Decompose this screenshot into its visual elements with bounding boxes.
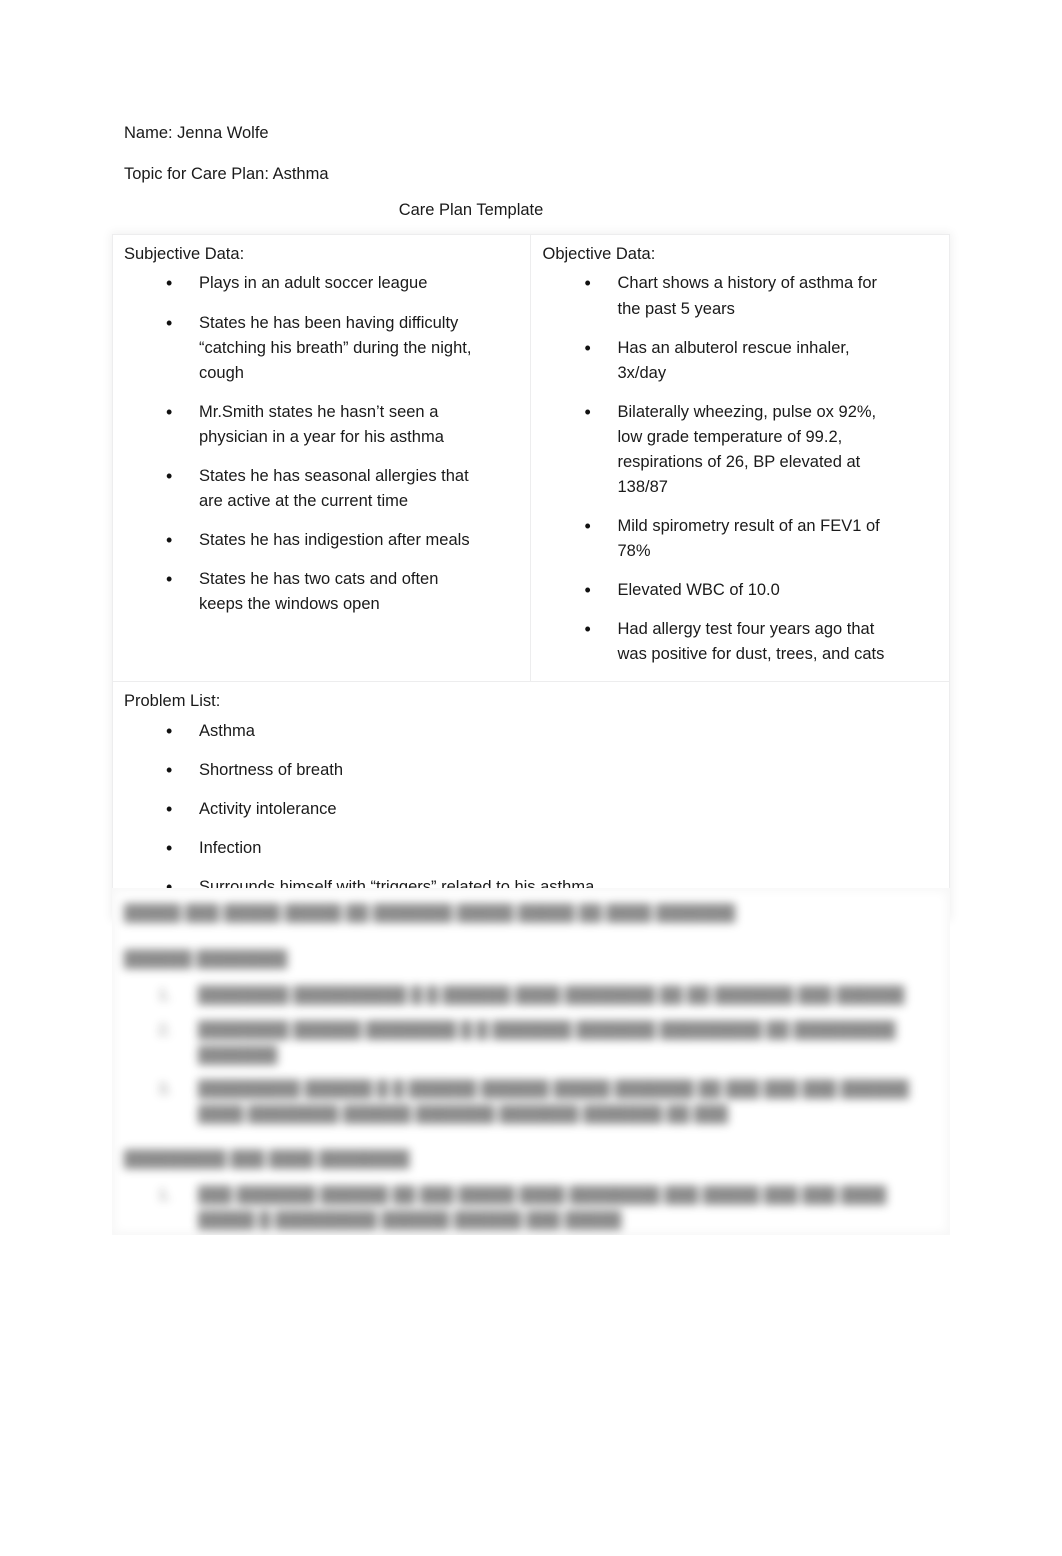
blurred-list-two: ███ ███████ ██████ ██ ███ █████ ████ ███… (124, 1184, 938, 1234)
subjective-data-heading: Subjective Data: (124, 245, 245, 263)
student-name-line: Name: Jenna Wolfe (124, 124, 269, 142)
blurred-content-wrapper: █████ ███ █████ █████ ██ ███████ █████ █… (112, 888, 950, 1235)
objective-data-list: Chart shows a history of asthma for the … (542, 270, 938, 667)
list-item: Activity intolerance (124, 796, 824, 822)
problem-list: Asthma Shortness of breath Activity into… (124, 718, 938, 900)
blurred-instruction-paragraph: █████ ███ █████ █████ ██ ███████ █████ █… (124, 905, 736, 922)
problem-list-heading: Problem List: (124, 692, 221, 711)
list-item: Mild spirometry result of an FEV1 of 78% (542, 513, 894, 564)
list-item: Had allergy test four years ago that was… (542, 616, 894, 667)
list-item: Has an albuterol rescue inhaler, 3x/day (542, 335, 894, 386)
list-item: ████████ ██████ ████████ █ █ ███████ ███… (176, 1019, 936, 1069)
list-item: Infection (124, 835, 824, 861)
problem-list-cell: Problem List: Asthma Shortness of breath… (112, 681, 950, 920)
document-page: Name: Jenna Wolfe Topic for Care Plan: A… (0, 0, 1062, 1556)
table-row-data: Subjective Data: Plays in an adult socce… (111, 233, 950, 683)
objective-data-heading: Objective Data: (542, 245, 656, 263)
list-item: Plays in an adult soccer league (124, 270, 476, 296)
list-item: States he has indigestion after meals (124, 527, 476, 553)
list-item: States he has been having difficulty “ca… (124, 310, 476, 386)
list-item: ███ ███████ ██████ ██ ███ █████ ████ ███… (176, 1184, 936, 1234)
objective-data-cell: Objective Data: Chart shows a history of… (530, 233, 950, 683)
list-item: Bilaterally wheezing, pulse ox 92%, low … (542, 399, 894, 500)
list-item: Mr.Smith states he hasn’t seen a physici… (124, 399, 476, 450)
subjective-data-list: Plays in an adult soccer league States h… (124, 270, 519, 617)
list-item: States he has seasonal allergies that ar… (124, 463, 476, 514)
blurred-subheading-one: ██████ ████████ (124, 951, 288, 968)
subjective-data-cell: Subjective Data: Plays in an adult socce… (111, 233, 532, 683)
care-plan-topic-line: Topic for Care Plan: Asthma (124, 165, 329, 183)
page-title: Care Plan Template (398, 201, 544, 219)
list-item: States he has two cats and often keeps t… (124, 566, 476, 617)
list-item: Elevated WBC of 10.0 (542, 577, 894, 603)
table-row-problem-list: Problem List: Asthma Shortness of breath… (112, 681, 950, 920)
blurred-list-one: ████████ ██████████ █ █ ██████ ████ ████… (124, 984, 938, 1128)
blurred-subheading-two: █████████ ███ ████ ████████ (124, 1150, 410, 1168)
list-item: Asthma (124, 718, 824, 744)
list-item: Shortness of breath (124, 757, 824, 783)
list-item: █████████ ██████ █ █ ██████ ██████ █████… (176, 1078, 936, 1128)
list-item: Chart shows a history of asthma for the … (542, 270, 894, 321)
redacted-blurred-section: █████ ███ █████ █████ ██ ███████ █████ █… (112, 888, 950, 1235)
list-item: ████████ ██████████ █ █ ██████ ████ ████… (176, 984, 936, 1009)
care-plan-table: Subjective Data: Plays in an adult socce… (111, 233, 950, 920)
